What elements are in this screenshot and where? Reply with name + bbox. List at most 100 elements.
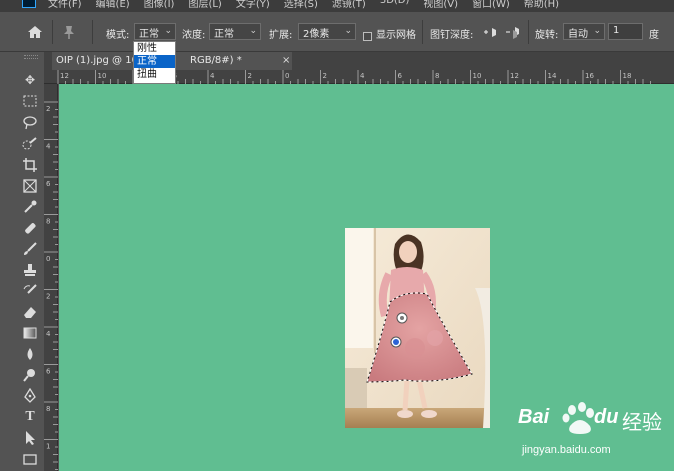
ruler-label: 12 — [60, 72, 69, 80]
clone-stamp-tool-icon[interactable] — [22, 262, 38, 278]
density-select[interactable]: 正常 ⌄ — [209, 23, 261, 40]
watermark-url: jingyan.baidu.com — [522, 444, 611, 456]
watermark-brand: Bai — [518, 406, 550, 428]
density-select-value: 正常 — [214, 29, 234, 40]
pin-icon[interactable] — [62, 24, 76, 40]
quick-selection-tool-icon[interactable] — [22, 136, 38, 152]
menu-edit[interactable]: 编辑(E) — [96, 0, 130, 10]
tools-panel: ✥ T — [0, 52, 44, 471]
gradient-tool-icon[interactable] — [22, 325, 38, 341]
ruler-label: 16 — [585, 72, 594, 80]
menu-select[interactable]: 选择(S) — [284, 0, 318, 10]
document-tab-title: OIP (1).jpg @ 100 — [56, 55, 145, 66]
ruler-label: 4 — [46, 330, 51, 338]
vertical-ruler[interactable]: 2 4 6 8 0 2 4 6 8 1 — [44, 84, 58, 471]
dropdown-option-normal[interactable]: 正常 — [134, 55, 175, 68]
rotate-label: 旋转: — [535, 30, 559, 41]
ruler-label: 14 — [548, 72, 557, 80]
show-grid-label: 显示网格 — [376, 30, 416, 41]
expand-select-value: 2像素 — [303, 29, 330, 40]
healing-brush-tool-icon[interactable] — [22, 220, 38, 236]
close-icon[interactable]: × — [282, 52, 290, 70]
ruler-label: 4 — [46, 143, 51, 151]
mode-select-value: 正常 — [139, 29, 159, 40]
document-image[interactable] — [345, 228, 490, 428]
ruler-label: 0 — [285, 72, 289, 80]
panel-grip[interactable] — [24, 55, 38, 59]
rotate-select-value: 自动 — [568, 29, 588, 40]
rotate-select[interactable]: 自动 ⌄ — [563, 23, 605, 40]
history-brush-tool-icon[interactable] — [22, 283, 38, 299]
photoshop-logo-icon — [22, 0, 36, 8]
separator — [422, 20, 423, 44]
ruler-label: 6 — [398, 72, 403, 80]
vertical-ruler-ticks: 2 4 6 8 0 2 4 6 8 1 — [44, 101, 58, 470]
menu-type[interactable]: 文字(Y) — [236, 0, 270, 10]
show-grid-checkbox[interactable] — [363, 32, 372, 41]
menu-3d[interactable]: 3D(D) — [380, 0, 410, 10]
baidu-jingyan-watermark: Bai du 经验 jingyan.baidu.com — [518, 402, 672, 470]
dropdown-option-rigid[interactable]: 刚性 — [134, 42, 175, 55]
watermark-product: 经验 — [622, 410, 662, 434]
eyedropper-tool-icon[interactable] — [22, 199, 38, 215]
menu-filter[interactable]: 滤镜(T) — [332, 0, 366, 10]
separator — [52, 20, 53, 44]
ruler-label: 1 — [46, 443, 50, 451]
warp-pin-selected[interactable] — [389, 335, 403, 349]
density-label: 浓度: — [182, 30, 206, 41]
chevron-down-icon: ⌄ — [344, 26, 352, 36]
expand-label: 扩展: — [269, 30, 293, 41]
rectangle-tool-icon[interactable] — [22, 451, 38, 467]
menu-view[interactable]: 视图(V) — [423, 0, 458, 10]
type-tool-icon[interactable]: T — [22, 409, 38, 425]
ruler-label: 10 — [98, 72, 107, 80]
ruler-label: 4 — [360, 72, 365, 80]
mode-dropdown-list: 刚性 正常 扭曲 — [133, 41, 176, 84]
ruler-label: 8 — [435, 72, 439, 80]
ruler-label: 12 — [510, 72, 519, 80]
photoshop-window: 文件(F) 编辑(E) 图像(I) 图层(L) 文字(Y) 选择(S) 滤镜(T… — [0, 0, 674, 471]
frame-tool-icon[interactable] — [22, 178, 38, 194]
menu-file[interactable]: 文件(F) — [48, 0, 82, 10]
pin-depth-label: 图钉深度: — [430, 30, 474, 41]
move-tool-icon[interactable]: ✥ — [22, 72, 38, 88]
chevron-down-icon: ⌄ — [164, 26, 172, 36]
angle-input[interactable]: 1 — [608, 23, 643, 40]
separator — [92, 20, 93, 44]
home-icon[interactable] — [26, 24, 44, 40]
blur-tool-icon[interactable] — [22, 346, 38, 362]
chevron-down-icon: ⌄ — [593, 26, 601, 36]
eraser-tool-icon[interactable] — [22, 304, 38, 320]
menu-bar: 文件(F) 编辑(E) 图像(I) 图层(L) 文字(Y) 选择(S) 滤镜(T… — [0, 0, 674, 12]
menu-image[interactable]: 图像(I) — [144, 0, 175, 10]
lasso-tool-icon[interactable] — [22, 115, 38, 131]
watermark-brand-suffix: du — [594, 406, 619, 428]
menu-items: 文件(F) 编辑(E) 图像(I) 图层(L) 文字(Y) 选择(S) 滤镜(T… — [48, 0, 559, 10]
ruler-label: 4 — [210, 72, 215, 80]
menu-layer[interactable]: 图层(L) — [188, 0, 221, 10]
ruler-label: 6 — [46, 180, 51, 188]
crop-tool-icon[interactable] — [22, 157, 38, 173]
menu-window[interactable]: 窗口(W) — [472, 0, 510, 10]
expand-select[interactable]: 2像素 ⌄ — [298, 23, 356, 40]
ruler-label: 2 — [46, 293, 50, 301]
chevron-down-icon: ⌄ — [249, 26, 257, 36]
ruler-label: 18 — [623, 72, 632, 80]
path-selection-tool-icon[interactable] — [22, 430, 38, 446]
ruler-label: 2 — [46, 105, 50, 113]
pen-tool-icon[interactable] — [22, 388, 38, 404]
pin-backward-icon[interactable] — [505, 25, 521, 39]
marquee-tool-icon[interactable] — [22, 93, 38, 109]
dropdown-option-distort[interactable]: 扭曲 — [134, 68, 175, 81]
photo-woman-in-pink-dress — [345, 228, 490, 428]
warp-pin[interactable] — [395, 311, 409, 325]
ruler-label: 10 — [473, 72, 482, 80]
ruler-label: 2 — [248, 72, 252, 80]
pin-forward-icon[interactable] — [483, 25, 499, 39]
ruler-label: 8 — [46, 218, 50, 226]
ruler-label: 8 — [46, 405, 50, 413]
menu-help[interactable]: 帮助(H) — [524, 0, 559, 10]
brush-tool-icon[interactable] — [22, 241, 38, 257]
mode-select[interactable]: 正常 ⌄ — [134, 23, 176, 40]
dodge-tool-icon[interactable] — [22, 367, 38, 383]
